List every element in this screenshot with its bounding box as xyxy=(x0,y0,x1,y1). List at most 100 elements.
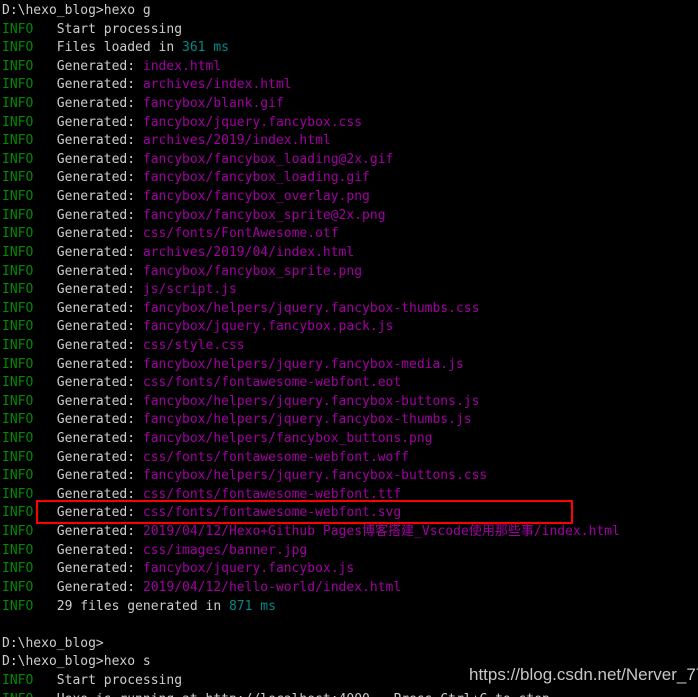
terminal-text-path: fancybox/blank.gif xyxy=(142,96,284,112)
terminal-text-path: 2019/04/12/hello-world/index.html xyxy=(142,579,402,595)
terminal-text-plain: Generated: xyxy=(41,393,143,409)
terminal-line: INFO Generated: fancybox/jquery.fancybox… xyxy=(0,560,698,579)
terminal-line: INFO Generated: archives/2019/04/index.h… xyxy=(0,244,698,263)
terminal-line: INFO Generated: archives/2019/index.html xyxy=(0,132,698,151)
terminal-line: D:\hexo_blog> xyxy=(0,635,698,654)
terminal-text-plain: hexo s xyxy=(103,654,151,670)
terminal-text-info: INFO xyxy=(2,598,42,614)
terminal-text-info: INFO xyxy=(2,40,42,56)
terminal-text-info: INFO xyxy=(2,244,42,260)
terminal-text-plain: Files loaded in xyxy=(41,40,183,56)
terminal-text-info: INFO xyxy=(2,468,42,484)
terminal-line: D:\hexo_blog>hexo g xyxy=(0,2,698,21)
terminal-text-info: INFO xyxy=(2,282,42,298)
terminal-text-path: fancybox/jquery.fancybox.js xyxy=(142,561,355,577)
terminal-text-path: archives/2019/04/index.html xyxy=(142,244,355,260)
terminal-text-info: INFO xyxy=(2,151,42,167)
terminal-text-plain: Generated: xyxy=(41,282,143,298)
terminal-text-plain: Generated: xyxy=(41,561,143,577)
terminal-text-path: js/script.js xyxy=(142,282,237,298)
terminal-line: INFO Generated: index.html xyxy=(0,58,698,77)
terminal-text-info: INFO xyxy=(2,356,42,372)
terminal-text-info: INFO xyxy=(2,542,42,558)
terminal-text-path: fancybox/fancybox_sprite.png xyxy=(142,263,363,279)
terminal-text-info: INFO xyxy=(2,672,42,688)
terminal-text-plain: Generated: xyxy=(41,375,143,391)
terminal-text-plain: hexo g xyxy=(103,3,151,18)
terminal-text-plain: Generated: xyxy=(41,114,143,130)
terminal-text-prompt: D:\hexo_blog> xyxy=(2,3,104,18)
terminal-text-path: css/images/banner.jpg xyxy=(142,542,308,558)
terminal-text-path: archives/2019/index.html xyxy=(142,133,331,149)
terminal-text-info: INFO xyxy=(2,375,42,391)
terminal-text-plain: Generated: xyxy=(41,356,143,372)
terminal-text-path: fancybox/helpers/jquery.fancybox-buttons… xyxy=(142,468,488,484)
terminal-text-info: INFO xyxy=(2,561,42,577)
terminal-line: INFO Generated: css/images/banner.jpg xyxy=(0,542,698,561)
terminal-text-plain: Generated: xyxy=(41,77,143,93)
terminal-output: D:\hexo_blog>hexo g INFO Start processing… xyxy=(0,2,698,697)
terminal-text-info: INFO xyxy=(2,524,42,540)
terminal-text-info: INFO xyxy=(2,300,42,316)
terminal-text-plain: Generated: xyxy=(41,207,143,223)
terminal-text-info: INFO xyxy=(2,319,42,335)
terminal-text-plain: Generated: xyxy=(41,263,143,279)
terminal-line: INFO Generated: fancybox/fancybox_loadin… xyxy=(0,151,698,170)
terminal-text-info: INFO xyxy=(2,692,41,697)
terminal-line: INFO Hexo is running at http://localhost… xyxy=(0,691,698,697)
terminal-window[interactable]: D:\hexo_blog>hexo g INFO Start processing… xyxy=(0,0,698,697)
terminal-line: INFO Generated: fancybox/fancybox_sprite… xyxy=(0,207,698,226)
terminal-text-info: INFO xyxy=(2,21,42,37)
terminal-text-info: INFO xyxy=(2,170,42,186)
terminal-line: INFO Generated: 2019/04/12/hello-world/i… xyxy=(0,579,698,598)
terminal-text-plain: Generated: xyxy=(41,431,143,447)
terminal-text-path: fancybox/fancybox_overlay.png xyxy=(142,189,370,205)
csdn-watermark: https://blog.csdn.net/Nerver_77 xyxy=(469,665,698,684)
terminal-line: INFO Generated: fancybox/helpers/jquery.… xyxy=(0,356,698,375)
terminal-text-path: css/fonts/fontawesome-webfont.woff xyxy=(142,449,409,465)
terminal-text-path: css/fonts/fontawesome-webfont.svg xyxy=(142,505,402,521)
terminal-line: INFO Generated: fancybox/jquery.fancybox… xyxy=(0,318,698,337)
terminal-text-plain: Generated: xyxy=(41,189,143,205)
terminal-text-plain: Generated: xyxy=(41,449,143,465)
terminal-text-plain: Hexo is running at http://localhost:4000… xyxy=(41,692,558,697)
terminal-text-plain: Generated: xyxy=(41,337,143,353)
terminal-line: INFO Generated: fancybox/fancybox_loadin… xyxy=(0,169,698,188)
terminal-text-plain: Generated: xyxy=(41,133,143,149)
terminal-line: INFO Generated: css/fonts/FontAwesome.ot… xyxy=(0,225,698,244)
terminal-text-plain: Generated: xyxy=(41,226,143,242)
terminal-line: INFO Generated: fancybox/helpers/fancybo… xyxy=(0,430,698,449)
terminal-text-info: INFO xyxy=(2,189,42,205)
terminal-text-plain: Generated: xyxy=(41,319,143,335)
terminal-text-path: fancybox/jquery.fancybox.pack.js xyxy=(142,319,394,335)
terminal-text-info: INFO xyxy=(2,207,42,223)
terminal-line: INFO Start processing xyxy=(0,21,698,40)
terminal-text-path: index.html xyxy=(142,58,222,74)
terminal-text-info: INFO xyxy=(2,486,42,502)
terminal-text-plain: Generated: xyxy=(41,170,143,186)
terminal-text-path: fancybox/helpers/jquery.fancybox-thumbs.… xyxy=(142,412,472,428)
terminal-text-info: INFO xyxy=(2,96,42,112)
terminal-text-plain: Generated: xyxy=(41,244,143,260)
terminal-text-num: 361 ms xyxy=(182,40,229,56)
terminal-line: INFO Generated: fancybox/fancybox_overla… xyxy=(0,188,698,207)
terminal-line: INFO Generated: css/style.css xyxy=(0,337,698,356)
terminal-text-plain: Generated: xyxy=(41,412,143,428)
terminal-text-plain: Start processing xyxy=(41,21,183,37)
terminal-line: INFO Generated: fancybox/helpers/jquery.… xyxy=(0,393,698,412)
terminal-text-num: 871 ms xyxy=(228,598,276,614)
terminal-text-path: fancybox/helpers/jquery.fancybox-media.j… xyxy=(142,356,464,372)
terminal-text-info: INFO xyxy=(2,579,42,595)
terminal-text-plain: Start processing xyxy=(41,672,183,688)
terminal-text-plain: Generated: xyxy=(41,542,143,558)
terminal-text-plain: Generated: xyxy=(41,468,143,484)
terminal-line: INFO Generated: js/script.js xyxy=(0,281,698,300)
terminal-text-path: fancybox/fancybox_loading@2x.gif xyxy=(142,151,394,167)
terminal-text-path: css/fonts/fontawesome-webfont.eot xyxy=(142,375,402,391)
terminal-text-path: fancybox/jquery.fancybox.css xyxy=(142,114,363,130)
terminal-text-path: fancybox/fancybox_loading.gif xyxy=(142,170,370,186)
terminal-text-plain: Generated: xyxy=(41,96,143,112)
terminal-line: INFO Generated: fancybox/blank.gif xyxy=(0,95,698,114)
terminal-text-path: fancybox/fancybox_sprite@2x.png xyxy=(142,207,386,223)
